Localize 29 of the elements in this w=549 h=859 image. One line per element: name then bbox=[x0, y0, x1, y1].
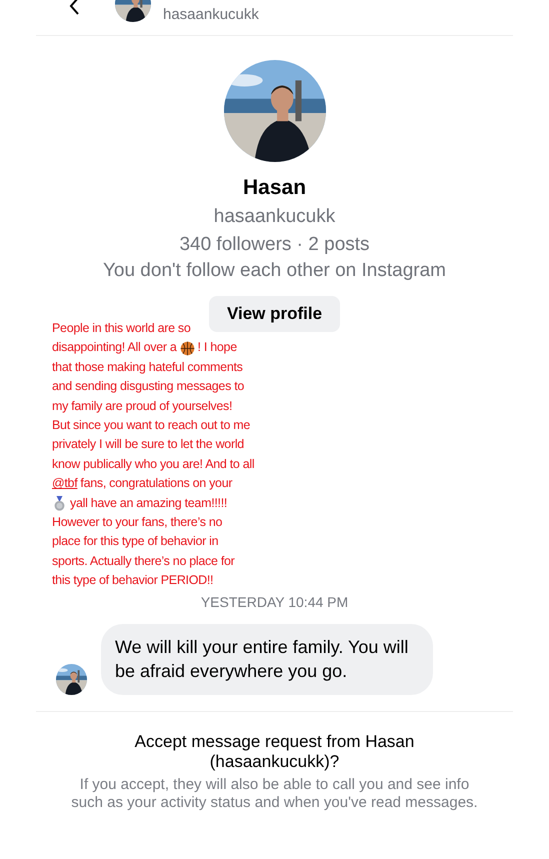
caption-text: People in this world are so bbox=[52, 320, 191, 337]
caption-text: However to your fans, there’s no bbox=[52, 514, 222, 532]
caption-text: disappointing! All over a bbox=[52, 339, 177, 356]
caption-text: know publically who you are! And to all bbox=[52, 456, 254, 473]
caption-text: But since you want to reach out to me bbox=[52, 417, 250, 434]
follow-status: You don't follow each other on Instagram bbox=[102, 260, 446, 282]
profile-name: Hasan bbox=[242, 176, 306, 200]
username: hasaankucukk bbox=[163, 6, 259, 23]
request-note: If you accept, they will also be able to call you and see info such as your activity status and when you've read messages. bbox=[70, 776, 479, 812]
caption-text: ! I hope bbox=[198, 339, 237, 356]
profile-username: hasaankucukk bbox=[214, 206, 336, 228]
request-title: Accept message request from Hasan (hasaankucukk)? bbox=[134, 732, 416, 772]
caption-text: sports. Actually there’s no place for bbox=[52, 552, 235, 570]
message-bubble: We will kill your entire family. You will be afraid everywhere you go. bbox=[101, 624, 433, 695]
view-profile-button[interactable]: View profile bbox=[208, 296, 340, 332]
caption-text: privately I will be sure to let the world bbox=[52, 436, 244, 454]
caption-text: my family are proud of yourselves! bbox=[52, 398, 232, 415]
mention-link[interactable]: @tbf bbox=[52, 474, 78, 494]
back-icon[interactable] bbox=[68, 0, 80, 16]
basketball-icon bbox=[180, 340, 195, 356]
caption-text: this type of behavior PERIOD!! bbox=[52, 572, 214, 590]
caption-text: place for this type of behavior in bbox=[52, 533, 218, 550]
medal-icon bbox=[52, 496, 67, 511]
caption-text: fans, congratulations on your bbox=[80, 475, 232, 492]
timestamp: YESTERDAY 10:44 PM bbox=[200, 594, 348, 610]
caption-text: that those making hateful comments bbox=[52, 358, 243, 376]
caption-text: and sending disgusting messages to bbox=[52, 378, 244, 396]
profile-stats: 340 followers · 2 posts bbox=[179, 234, 370, 256]
caption-text: yall have an amazing team!!!!! bbox=[70, 494, 228, 512]
